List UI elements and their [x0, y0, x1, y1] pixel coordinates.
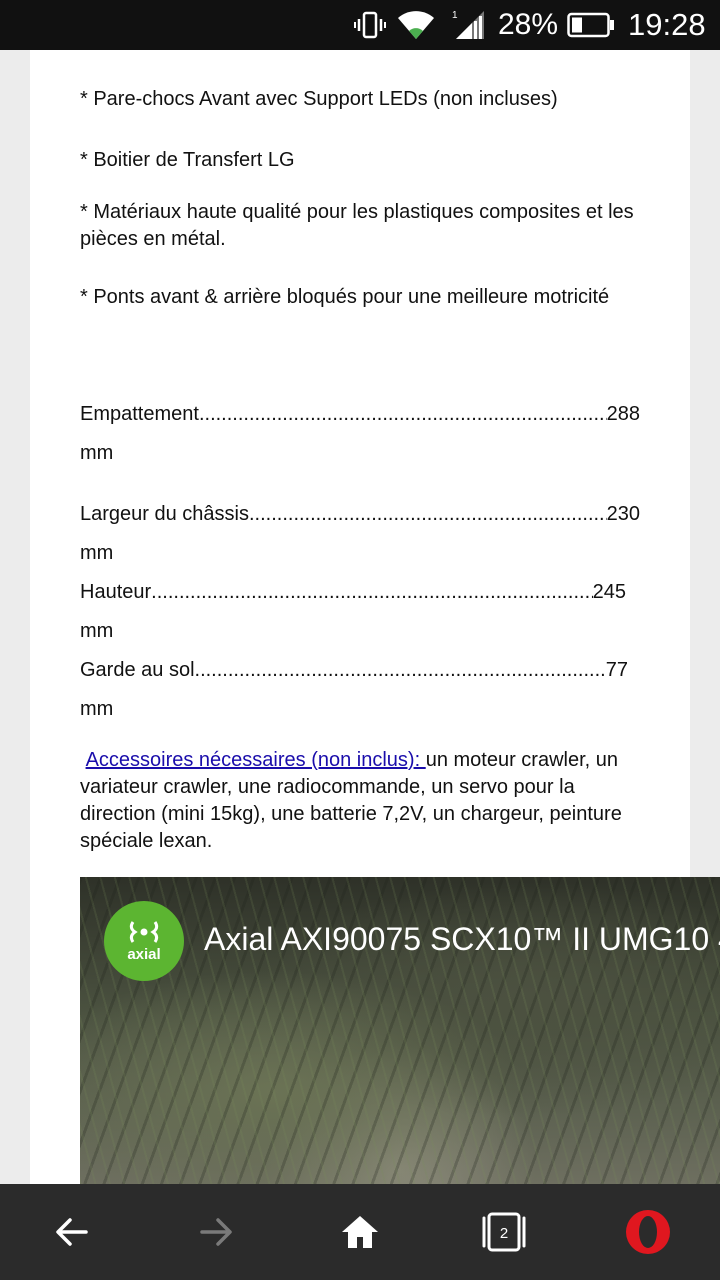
spec-unit: mm — [80, 442, 114, 464]
tabs-button[interactable]: 2 — [432, 1184, 576, 1280]
spec-label: Largeur du châssis — [80, 503, 249, 525]
spec-label: Hauteur — [80, 581, 152, 603]
browser-nav-bar: 2 — [0, 1184, 720, 1280]
axial-emblem-icon — [129, 920, 159, 943]
spec-chassis-width: Largeur du châssis......................… — [80, 495, 640, 573]
battery-percent: 28% — [498, 8, 559, 41]
video-embed[interactable]: axial Axial AXI90075 SCX10™ II UMG10 4WD — [80, 877, 720, 1184]
accessories-link[interactable]: Accessoires nécessaires (non inclus): — [86, 749, 426, 771]
spec-ground-clearance: Garde au sol ...........................… — [80, 651, 628, 729]
spec-unit: mm — [80, 542, 114, 564]
cell-signal-icon: 1 — [452, 0, 486, 50]
tabs-icon: 2 — [482, 1212, 526, 1252]
accessories-paragraph: Accessoires nécessaires (non inclus): un… — [80, 747, 652, 855]
spec-wheelbase: Empattement.............................… — [80, 395, 640, 473]
spec-height: Hauteur.................................… — [80, 573, 626, 651]
spec-value: 288 — [606, 403, 640, 425]
opera-menu-button[interactable] — [576, 1184, 720, 1280]
vibrate-icon — [354, 0, 386, 50]
video-title[interactable]: Axial AXI90075 SCX10™ II UMG10 4WD — [204, 921, 720, 958]
spec-unit: mm — [80, 698, 114, 720]
feature-item: * Ponts avant & arrière bloqués pour une… — [80, 286, 610, 308]
feature-item: * Matériaux haute qualité pour les plast… — [80, 201, 634, 250]
battery-icon — [567, 0, 615, 50]
leader-dots: ........................................… — [151, 581, 592, 603]
home-icon — [342, 1216, 378, 1248]
back-arrow-icon — [56, 1218, 88, 1246]
forward-button[interactable] — [144, 1184, 288, 1280]
home-button[interactable] — [288, 1184, 432, 1280]
spec-value: 77 — [605, 659, 628, 681]
spec-label: Empattement — [80, 403, 199, 425]
spec-label: Garde au sol — [80, 659, 195, 681]
feature-item: * Boitier de Transfert LG — [80, 149, 295, 171]
leader-dots: ........................................… — [198, 403, 607, 425]
opera-logo-icon — [626, 1210, 670, 1254]
spec-value: 230 — [606, 503, 640, 525]
status-bar: 1 28% 19:28 — [0, 0, 720, 50]
axial-brand-text: axial — [127, 945, 161, 963]
axial-logo[interactable]: axial — [104, 901, 184, 981]
leader-dots: ........................................… — [248, 503, 607, 525]
tab-count: 2 — [500, 1225, 508, 1242]
wifi-icon — [396, 0, 436, 50]
clock: 19:28 — [628, 7, 706, 42]
leader-dots: ........................................… — [194, 659, 606, 681]
spec-unit: mm — [80, 620, 114, 642]
spec-value: 245 — [592, 581, 626, 603]
forward-arrow-icon — [200, 1218, 232, 1246]
signal-label: 1 — [452, 10, 458, 21]
feature-item: * Pare-chocs Avant avec Support LEDs (no… — [80, 88, 558, 110]
back-button[interactable] — [0, 1184, 144, 1280]
